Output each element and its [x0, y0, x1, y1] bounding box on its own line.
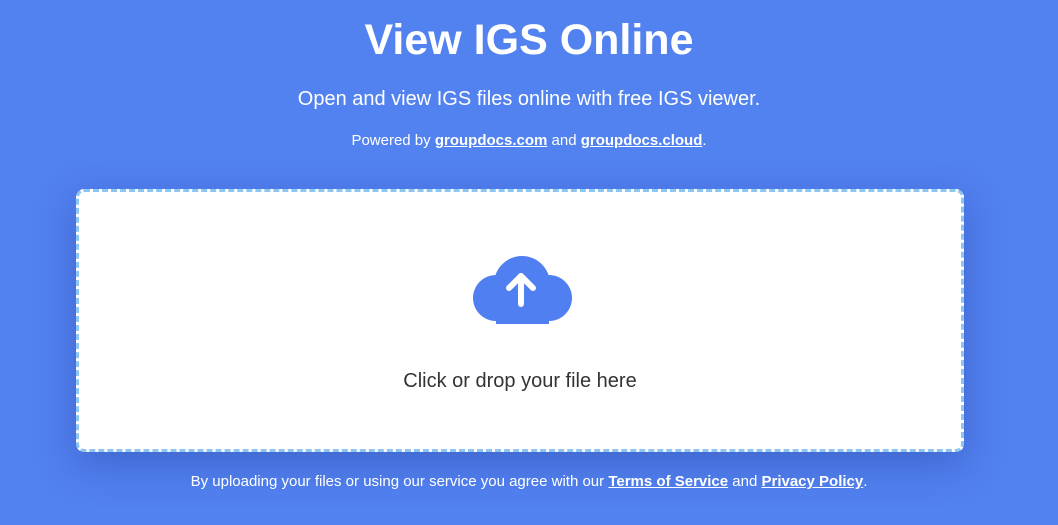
page-title: View IGS Online — [364, 16, 694, 64]
legal-notice: By uploading your files or using our ser… — [0, 472, 1058, 492]
file-dropzone[interactable]: Click or drop your file here — [76, 189, 964, 452]
powered-mid: and — [547, 132, 581, 149]
page-subtitle: Open and view IGS files online with free… — [297, 88, 761, 110]
powered-by-line: Powered by groupdocs.com and groupdocs.c… — [0, 131, 1058, 151]
powered-prefix: Powered by — [351, 132, 435, 149]
cloud-upload-icon — [473, 256, 572, 324]
terms-of-service-link[interactable]: Terms of Service — [608, 473, 728, 490]
groupdocs-com-link[interactable]: groupdocs.com — [435, 132, 548, 149]
privacy-policy-link[interactable]: Privacy Policy — [761, 473, 863, 490]
legal-suffix: . — [863, 473, 868, 490]
legal-prefix: By uploading your files or using our ser… — [190, 473, 609, 490]
legal-mid: and — [728, 473, 762, 490]
dropzone-label: Click or drop your file here — [403, 370, 637, 392]
powered-suffix: . — [702, 132, 707, 149]
groupdocs-cloud-link[interactable]: groupdocs.cloud — [581, 132, 703, 149]
page: View IGS Online Open and view IGS files … — [0, 0, 1058, 525]
